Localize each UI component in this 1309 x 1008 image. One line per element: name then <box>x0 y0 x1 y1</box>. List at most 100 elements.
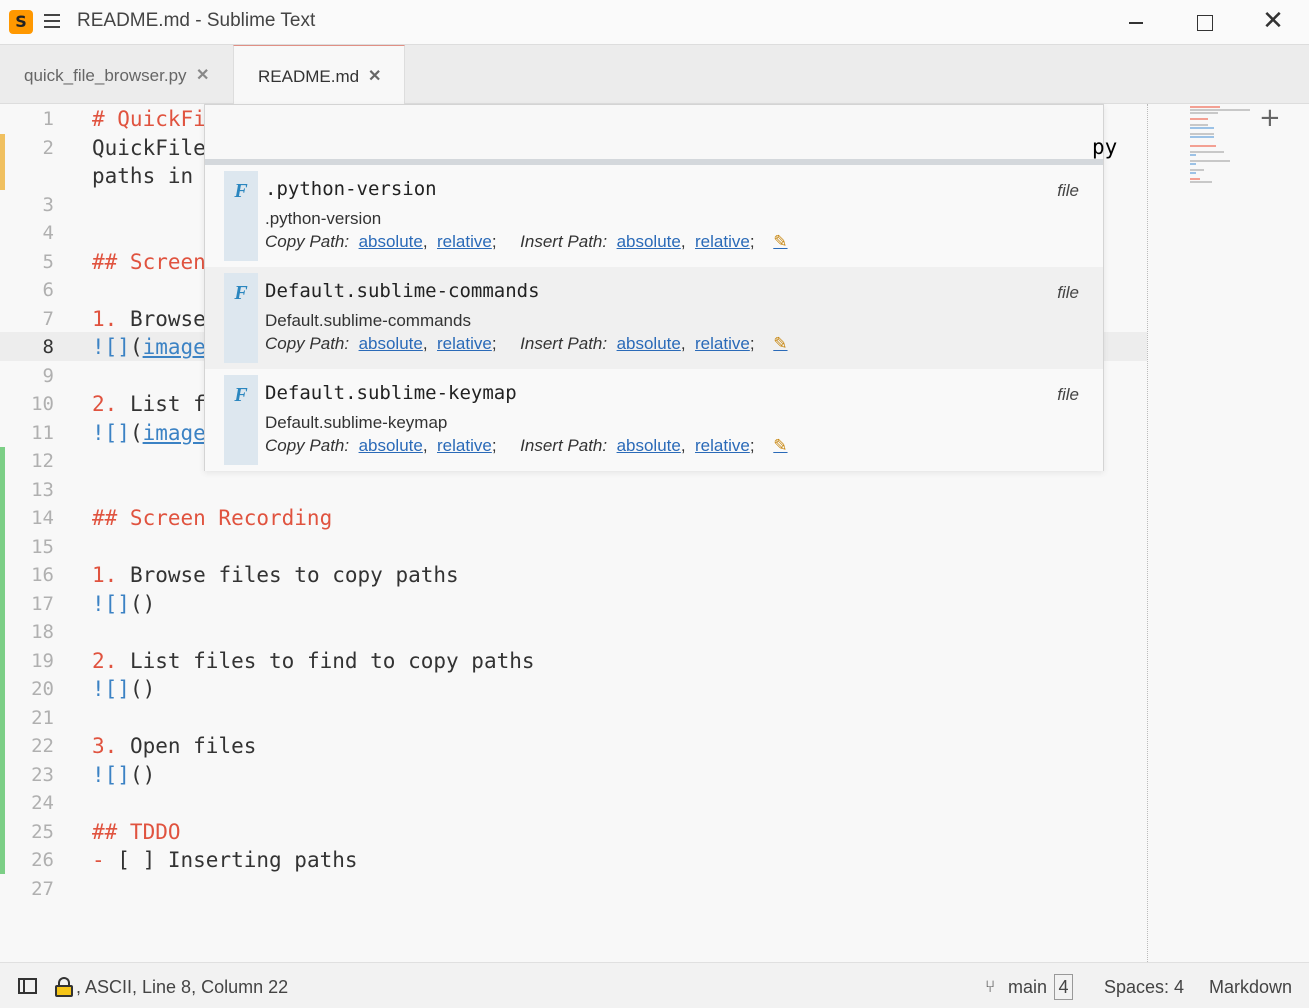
git-changes-badge[interactable]: 4 <box>1054 974 1073 1000</box>
line-number: 18 <box>31 621 54 643</box>
status-bar: , ASCII, Line 8, Column 22 ⑂ main 4 Spac… <box>0 962 1309 1008</box>
line-number: 9 <box>42 364 54 387</box>
copy-relative-link[interactable]: relative <box>437 436 492 455</box>
line-number: 19 <box>31 649 54 672</box>
title-bar: S README.md - Sublime Text ✕ <box>0 0 1309 44</box>
lock-icon[interactable] <box>55 977 73 997</box>
line-text: 1. Browse <box>92 306 206 331</box>
new-tab-button[interactable]: + <box>1259 105 1281 131</box>
line-text: ![]() <box>92 762 156 787</box>
line-text: ## Screen Recording <box>92 506 333 530</box>
tab-label: quick_file_browser.py <box>24 66 187 85</box>
indentation-setting[interactable]: Spaces: 4 <box>1104 977 1184 998</box>
popup-item[interactable]: F Default.sublime-commands Default.subli… <box>205 267 1103 369</box>
code-line[interactable]: 15 <box>0 533 1147 562</box>
insert-relative-link[interactable]: relative <box>695 334 750 353</box>
code-line[interactable]: 20 ![]() <box>0 675 1147 704</box>
line-number: 20 <box>31 678 54 700</box>
close-window-button[interactable]: ✕ <box>1259 8 1287 36</box>
code-line[interactable]: 23 ![]() <box>0 761 1147 790</box>
copy-absolute-link[interactable]: absolute <box>359 436 423 455</box>
line-number: 14 <box>31 507 54 529</box>
popup-search-input[interactable] <box>205 105 1103 159</box>
code-line[interactable]: 22 3. Open files <box>0 732 1147 761</box>
line-number: 16 <box>31 564 54 586</box>
line-number: 7 <box>42 307 54 330</box>
popup-item[interactable]: F .python-version .python-version Copy P… <box>205 165 1103 267</box>
line-text: QuickFile <box>92 135 206 160</box>
line-text: ![](image <box>92 420 206 445</box>
close-tab-icon[interactable]: ✕ <box>196 65 209 85</box>
sidebar-toggle-icon[interactable] <box>18 978 37 994</box>
copy-relative-link[interactable]: relative <box>437 334 492 353</box>
code-line[interactable]: 16 1. Browse files to copy paths <box>0 561 1147 590</box>
item-kind-label: file <box>1057 181 1079 200</box>
line-overflow-text: py <box>1092 135 1118 159</box>
insert-absolute-link[interactable]: absolute <box>617 334 681 353</box>
quick-file-popup: F .python-version .python-version Copy P… <box>204 104 1104 471</box>
line-text: # QuickFi <box>92 107 206 131</box>
line-text: - [ ] Inserting paths <box>92 848 358 872</box>
window-title: README.md - Sublime Text <box>77 10 316 31</box>
file-kind-icon: F <box>224 171 258 261</box>
insert-absolute-link[interactable]: absolute <box>617 232 681 251</box>
item-kind-label: file <box>1057 283 1079 302</box>
insert-relative-link[interactable]: relative <box>695 232 750 251</box>
pencil-icon[interactable]: ✎ <box>773 334 787 354</box>
code-line[interactable]: 17 ![]() <box>0 590 1147 619</box>
code-line[interactable]: 18 <box>0 618 1147 647</box>
line-text: ![]() <box>92 591 156 616</box>
git-branch[interactable]: main <box>1008 977 1047 998</box>
line-number: 15 <box>31 535 54 558</box>
line-number: 12 <box>31 450 54 472</box>
item-title: .python-version <box>265 178 437 200</box>
pencil-icon[interactable]: ✎ <box>773 436 787 456</box>
file-kind-icon: F <box>224 273 258 363</box>
line-text: 2. List files to find to copy paths <box>92 648 535 673</box>
code-line[interactable]: 24 <box>0 789 1147 818</box>
maximize-button[interactable] <box>1190 8 1218 36</box>
sublime-icon[interactable]: S <box>9 10 33 34</box>
code-line[interactable]: 14 ## Screen Recording <box>0 504 1147 533</box>
line-text: 1. Browse files to copy paths <box>92 563 459 587</box>
close-tab-icon[interactable]: ✕ <box>368 66 381 86</box>
popup-item[interactable]: F Default.sublime-keymap Default.sublime… <box>205 369 1103 471</box>
cursor-position[interactable]: , ASCII, Line 8, Column 22 <box>76 977 288 998</box>
tab-readme[interactable]: README.md ✕ <box>233 45 405 105</box>
line-number: 10 <box>31 393 54 415</box>
insert-relative-link[interactable]: relative <box>695 436 750 455</box>
copy-relative-link[interactable]: relative <box>437 232 492 251</box>
code-line[interactable]: 13 <box>0 476 1147 505</box>
item-actions: Copy Path: absolute, relative; Insert Pa… <box>265 232 788 252</box>
item-subtitle: .python-version <box>265 209 382 228</box>
code-line[interactable]: 21 <box>0 704 1147 733</box>
line-text: ## TDDO <box>92 819 181 844</box>
line-number: 6 <box>42 279 54 301</box>
code-line[interactable]: 27 <box>0 875 1147 904</box>
copy-path-label: Copy Path: <box>265 436 350 455</box>
pencil-icon[interactable]: ✎ <box>773 232 787 252</box>
copy-path-label: Copy Path: <box>265 232 350 251</box>
syntax-selector[interactable]: Markdown <box>1209 977 1292 998</box>
line-number: 2 <box>42 136 54 159</box>
copy-absolute-link[interactable]: absolute <box>359 232 423 251</box>
copy-path-label: Copy Path: <box>265 334 350 353</box>
copy-absolute-link[interactable]: absolute <box>359 334 423 353</box>
insert-path-label: Insert Path: <box>520 436 608 455</box>
minimize-button[interactable] <box>1122 8 1150 36</box>
hamburger-menu-icon[interactable] <box>44 14 60 28</box>
code-line[interactable]: 19 2. List files to find to copy paths <box>0 647 1147 676</box>
code-line[interactable]: 26 - [ ] Inserting paths <box>0 846 1147 875</box>
line-number: 1 <box>42 108 54 130</box>
git-branch-icon: ⑂ <box>985 977 996 996</box>
minimap-divider <box>1147 104 1148 962</box>
item-title: Default.sublime-keymap <box>265 382 517 404</box>
item-actions: Copy Path: absolute, relative; Insert Pa… <box>265 436 788 456</box>
line-number: 22 <box>31 735 54 757</box>
item-kind-label: file <box>1057 385 1079 404</box>
code-line[interactable]: 25 ## TDDO <box>0 818 1147 847</box>
tab-quick-file-browser[interactable]: quick_file_browser.py ✕ <box>0 45 232 104</box>
insert-absolute-link[interactable]: absolute <box>617 436 681 455</box>
minimap[interactable] <box>1190 104 1250 194</box>
line-number: 5 <box>42 250 54 273</box>
